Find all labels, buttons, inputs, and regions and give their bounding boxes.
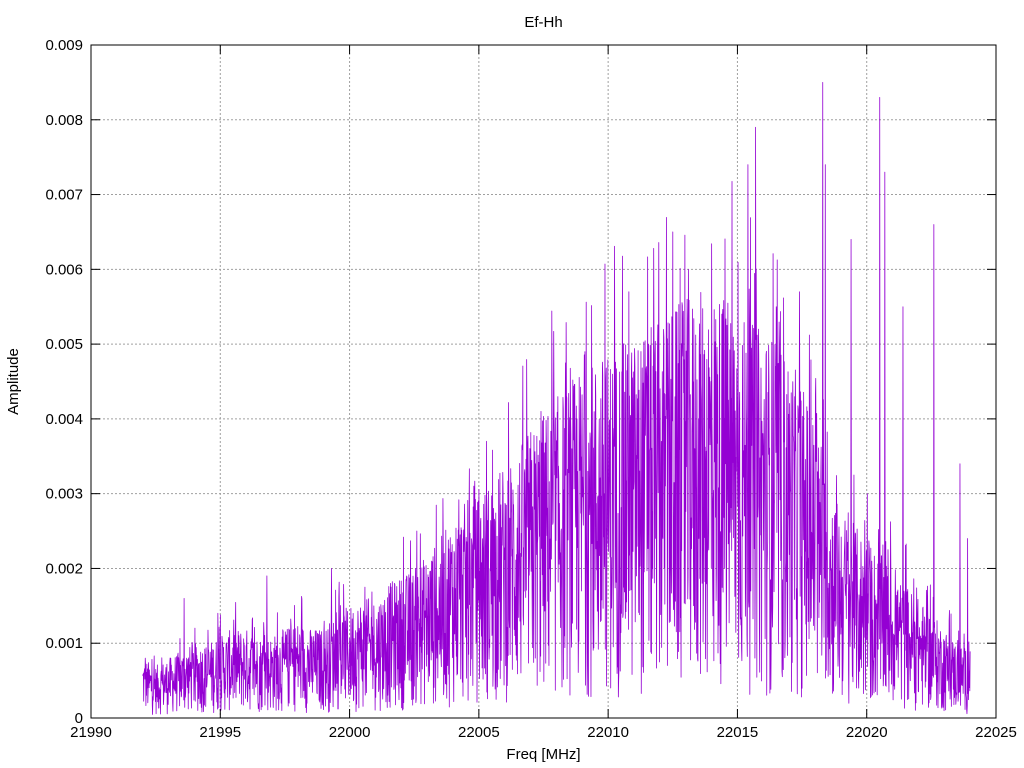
y-tick-label: 0.001	[45, 635, 83, 652]
x-tick-label: 21995	[199, 724, 241, 741]
y-tick-label: 0.003	[45, 486, 83, 503]
y-tick-label: 0.007	[45, 187, 83, 204]
y-tick-label: 0.004	[45, 411, 83, 428]
x-tick-label: 22015	[717, 724, 759, 741]
x-tick-label: 22010	[587, 724, 629, 741]
x-tick-label: 22025	[975, 724, 1017, 741]
chart-title: Ef-Hh	[524, 14, 562, 31]
y-axis-label: Amplitude	[5, 348, 22, 415]
chart: 21990 21995 22000 22005 22010 22015 22020 22025…	[5, 14, 1017, 763]
x-axis-label: Freq [MHz]	[506, 746, 580, 763]
y-tick-label: 0	[75, 710, 83, 727]
x-tick-label: 22005	[458, 724, 500, 741]
series-layer	[142, 81, 971, 715]
y-tick-label: 0.005	[45, 336, 83, 353]
y-tick-label: 0.006	[45, 261, 83, 278]
y-tick-label: 0.008	[45, 112, 83, 129]
y-tick-label: 0.009	[45, 37, 83, 54]
series-line	[142, 81, 971, 715]
y-tick-label: 0.002	[45, 560, 83, 577]
x-tick-label: 22020	[846, 724, 888, 741]
x-tick-label: 22000	[329, 724, 371, 741]
